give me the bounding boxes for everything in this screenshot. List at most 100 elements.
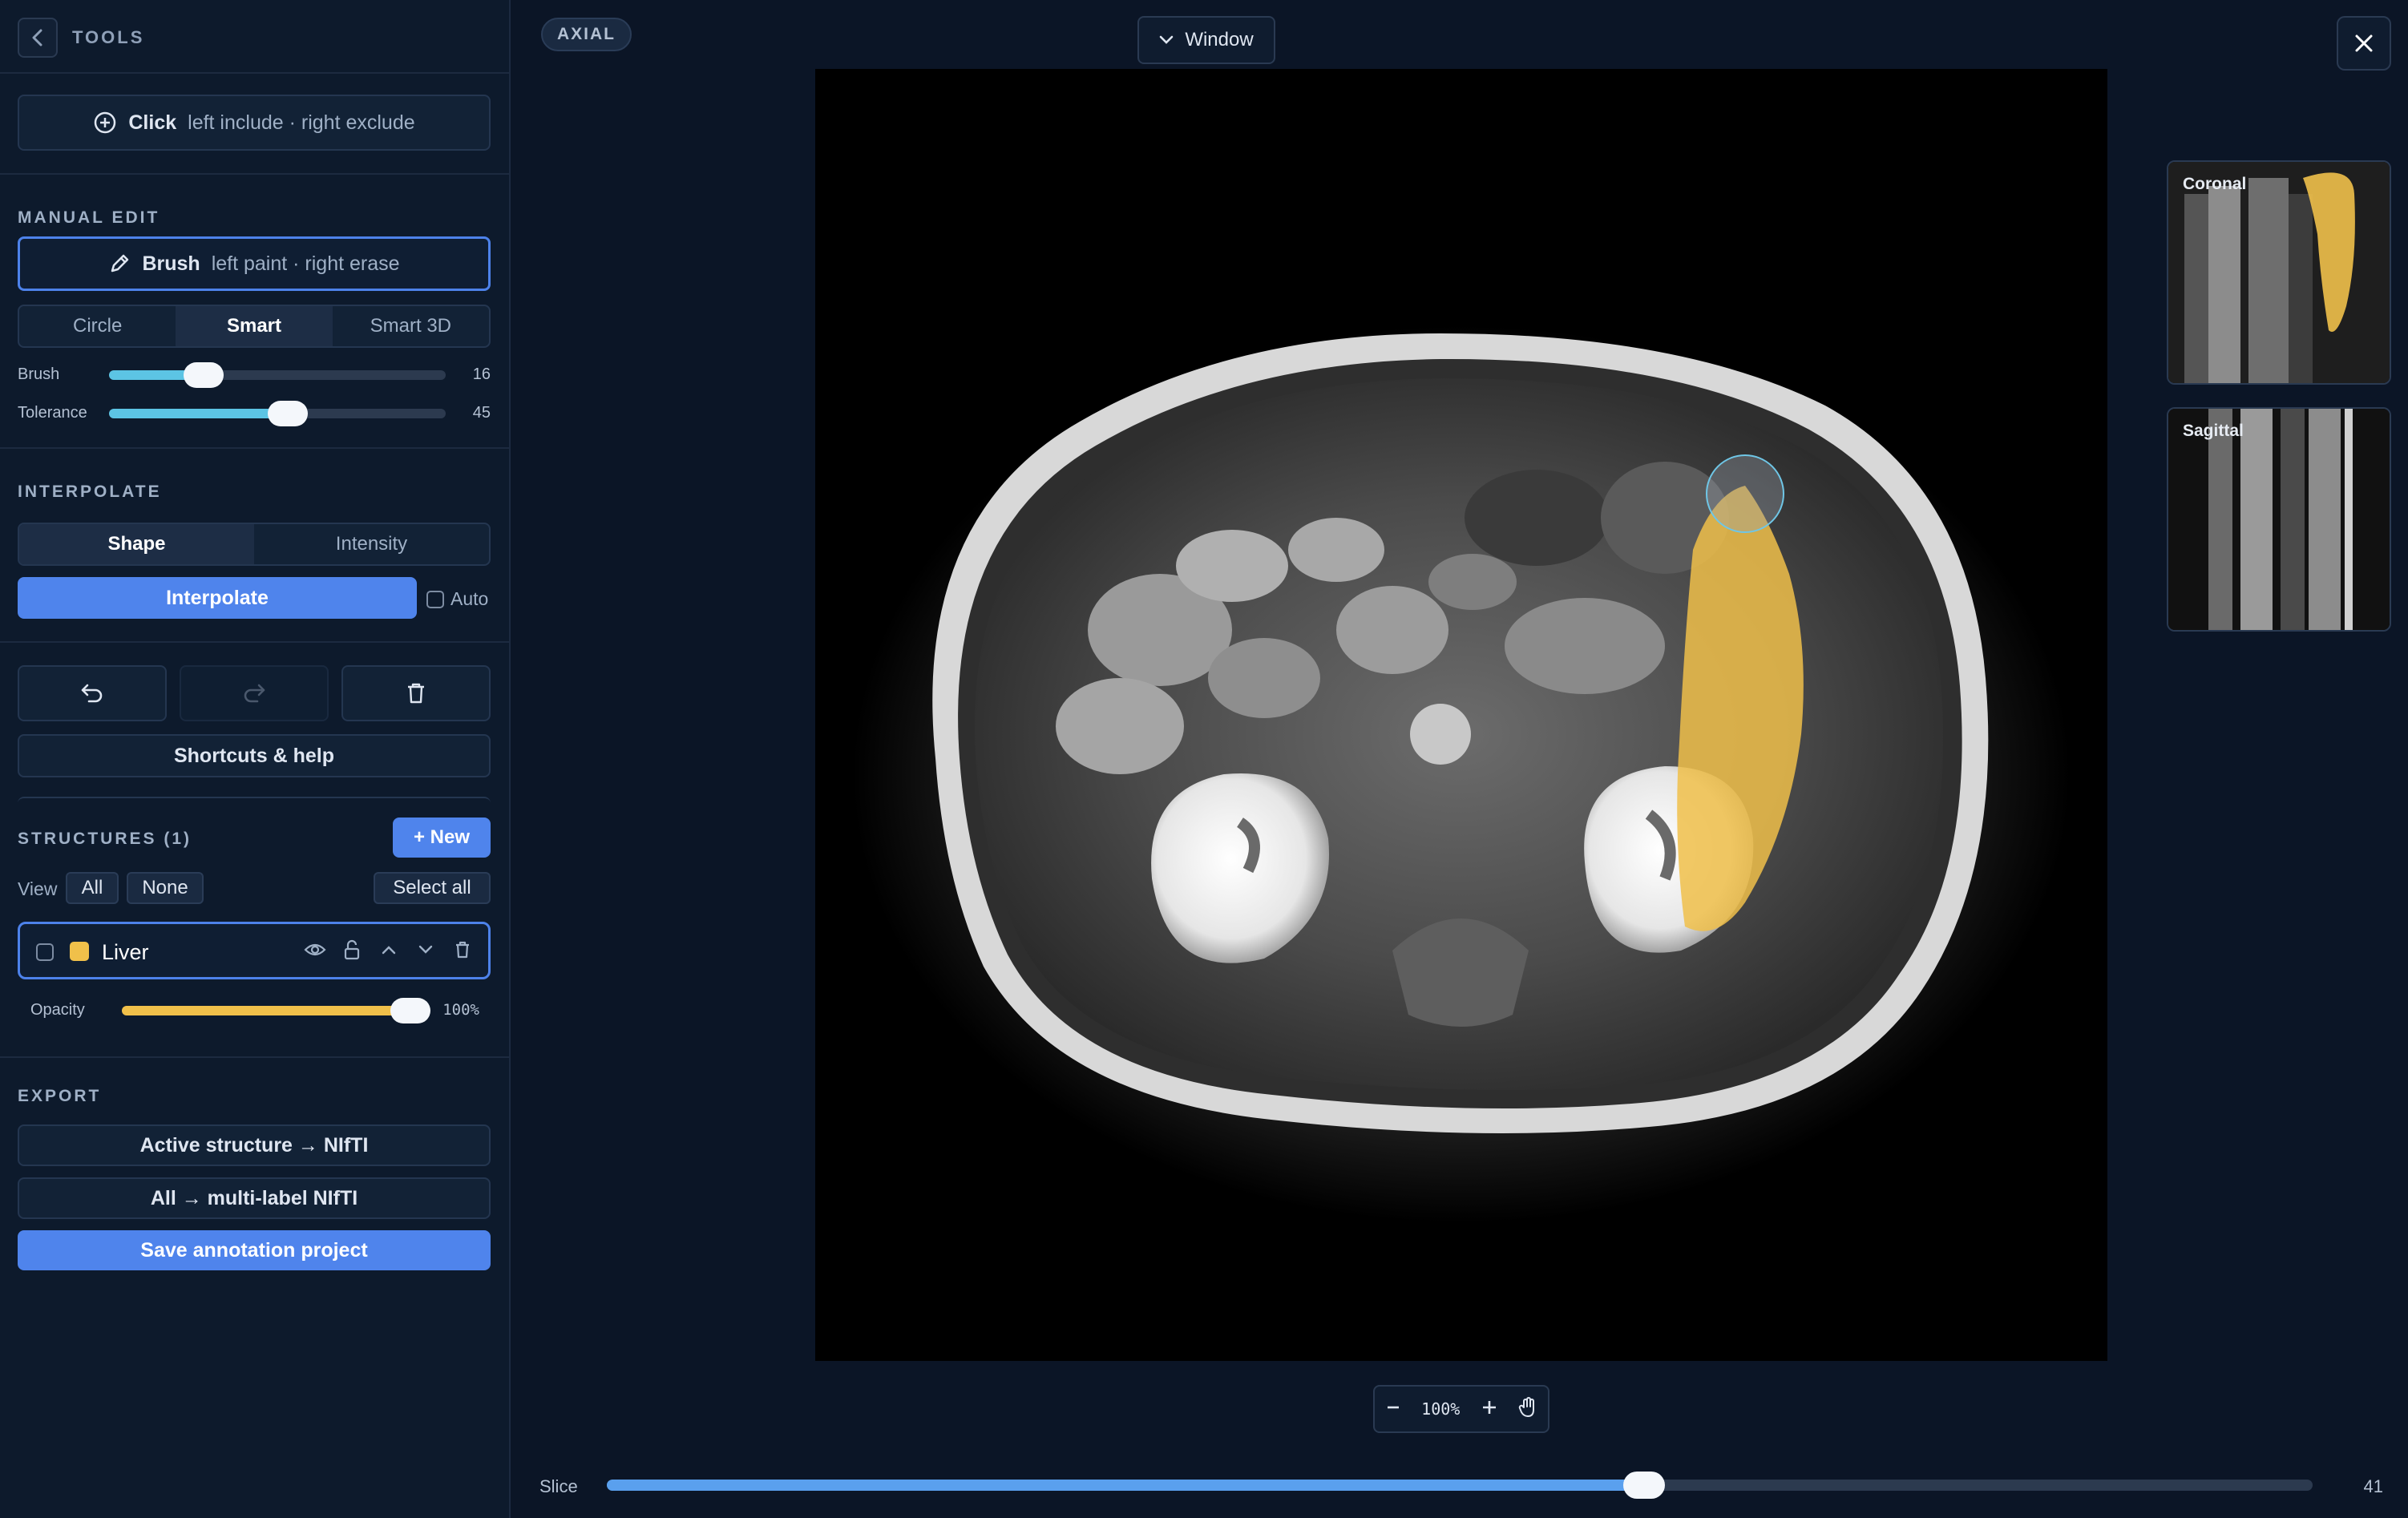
auto-checkbox[interactable] [426,590,444,608]
pan-button[interactable] [1518,1396,1537,1422]
brush-size-thumb[interactable] [183,362,224,388]
opacity-value: 100% [442,1001,479,1019]
chevron-up-icon[interactable] [378,939,400,961]
manual-edit-heading: MANUAL EDIT [18,208,160,227]
slice-label: Slice [539,1476,578,1496]
window-label: Window [1185,29,1254,50]
trash-icon [408,683,424,704]
mri-axial-slice [852,325,2071,1223]
hand-icon [1519,1396,1535,1417]
brush-tool-hint: left paint · right erase [211,252,400,275]
mode-circle[interactable]: Circle [19,306,176,346]
coronal-label: Coronal [2183,175,2247,193]
scroll-edge [18,797,491,803]
view-badge: AXIAL [541,18,632,51]
divider [0,641,509,643]
brush-tool-button[interactable]: Brush left paint · right erase [18,236,491,291]
opacity-fill [122,1006,410,1015]
sagittal-thumbnail[interactable]: Sagittal [2167,407,2391,632]
tolerance-slider[interactable]: Tolerance 45 [18,399,491,426]
pencil-icon [111,254,129,273]
brush-mode-selector: Circle Smart Smart 3D [18,305,491,348]
plus-icon [1482,1400,1496,1414]
shortcuts-help-button[interactable]: Shortcuts & help [18,734,491,777]
eye-icon[interactable] [304,939,326,961]
divider [0,173,509,175]
zoom-in-button[interactable] [1481,1399,1498,1420]
slice-slider[interactable]: Slice 41 [539,1472,2383,1500]
export-heading: EXPORT [18,1087,102,1105]
structure-color-swatch[interactable] [70,942,89,961]
view-none-button[interactable]: None [127,872,204,904]
sidebar-title: TOOLS [72,27,145,47]
opacity-label: Opacity [30,1001,85,1019]
tolerance-track[interactable] [109,401,446,426]
trash-icon[interactable] [451,939,474,961]
unlock-icon[interactable] [341,939,363,961]
slice-fill [607,1480,1644,1491]
slice-track[interactable] [607,1472,2313,1499]
chevron-down-icon [1160,35,1174,44]
save-project-button[interactable]: Save annotation project [18,1230,491,1270]
tolerance-thumb[interactable] [267,401,308,426]
zoom-out-button[interactable] [1385,1399,1401,1419]
structures-count: (1) [164,830,192,848]
structure-item-liver[interactable]: Liver [18,922,491,979]
export-active-nifti-button[interactable]: Active structure → NIfTI [18,1124,491,1166]
plus-circle-icon [95,111,116,134]
brush-tool-label: Brush [142,252,200,275]
select-all-button[interactable]: Select all [374,872,491,904]
structures-heading: STRUCTURES (1) [18,830,192,849]
structure-actions [304,939,474,961]
interpolate-mode-selector: Shape Intensity [18,523,491,566]
opacity-track[interactable] [122,998,430,1023]
new-structure-button[interactable]: + New [393,818,491,858]
delete-slice-button[interactable] [341,665,491,721]
divider [0,447,509,449]
undo-icon [81,684,103,703]
window-button[interactable]: Window [1137,16,1275,64]
divider [0,1056,509,1058]
mri-coronal-preview [2168,162,2390,383]
back-button[interactable] [18,18,58,58]
export-all-nifti-button[interactable]: All → multi-label NIfTI [18,1177,491,1219]
opacity-thumb[interactable] [390,998,430,1023]
axial-image-canvas[interactable] [815,69,2107,1361]
tools-sidebar: TOOLS Click left include · right exclude… [0,0,511,1518]
click-tool-hint: left include · right exclude [188,111,415,134]
minus-icon [1387,1406,1399,1408]
sidebar-header: TOOLS [0,0,509,74]
slice-thumb[interactable] [1622,1472,1665,1499]
structure-checkbox[interactable] [36,943,54,961]
click-tool-button[interactable]: Click left include · right exclude [18,95,491,151]
mode-intensity[interactable]: Intensity [254,524,489,564]
slice-value: 41 [2363,1476,2383,1496]
view-label: View [18,878,58,899]
undo-button[interactable] [18,665,167,721]
interpolate-heading: INTERPOLATE [18,482,162,501]
structure-name: Liver [102,940,149,964]
mode-shape[interactable]: Shape [19,524,254,564]
view-all-button[interactable]: All [66,872,119,904]
mri-sagittal-preview [2168,409,2390,630]
mode-smart[interactable]: Smart [176,306,333,346]
interpolate-button[interactable]: Interpolate [18,577,417,619]
click-tool-label: Click [128,111,177,134]
sagittal-label: Sagittal [2183,422,2244,440]
brush-size-value: 16 [472,365,491,383]
viewer-area: AXIAL Window Coronal Sagittal 100% Slice… [511,0,2408,1518]
opacity-slider[interactable]: Opacity 100% [30,996,479,1023]
close-icon [2355,34,2373,52]
brush-size-track[interactable] [109,362,446,388]
zoom-level: 100% [1421,1399,1461,1419]
close-button[interactable] [2337,16,2391,71]
mode-smart-3d[interactable]: Smart 3D [333,306,489,346]
redo-button[interactable] [180,665,329,721]
brush-size-label: Brush [18,365,60,383]
auto-interpolate-toggle[interactable]: Auto [426,588,488,610]
coronal-thumbnail[interactable]: Coronal [2167,160,2391,385]
brush-size-slider[interactable]: Brush 16 [18,361,491,388]
chevron-down-icon[interactable] [414,939,437,961]
redo-icon [244,684,265,703]
tolerance-fill [109,409,288,418]
